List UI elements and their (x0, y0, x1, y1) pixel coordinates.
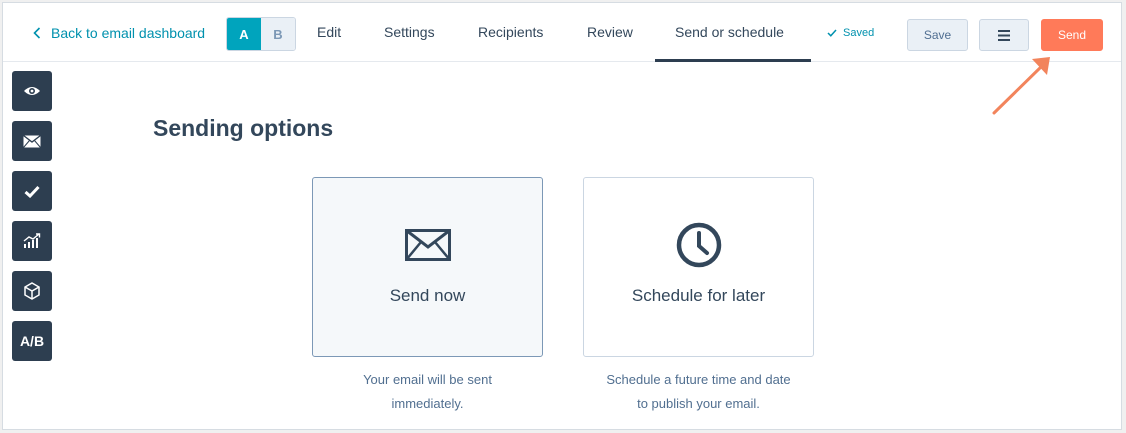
page-title: Sending options (153, 115, 334, 141)
version-b-button[interactable]: B (261, 18, 295, 50)
schedule-description-line1: Schedule a future time and date (606, 372, 791, 387)
sidebar-modules-button[interactable] (12, 271, 52, 311)
ab-version-toggle[interactable]: A B (226, 17, 296, 51)
chevron-left-icon (33, 27, 41, 39)
actions-menu-button[interactable] (979, 19, 1029, 51)
check-icon (827, 29, 837, 37)
active-tab-indicator (655, 59, 811, 62)
send-now-label: Send now (389, 286, 466, 305)
chart-icon (23, 233, 41, 248)
sidebar-checklist-button[interactable] (12, 171, 52, 211)
back-link-label: Back to email dashboard (51, 25, 206, 41)
schedule-for-later-option[interactable]: Schedule for later (583, 177, 814, 357)
sidebar-email-button[interactable] (12, 121, 52, 161)
save-button[interactable]: Save (907, 19, 968, 51)
schedule-description-line2: to publish your email. (637, 396, 760, 411)
back-to-dashboard-link[interactable]: Back to email dashboard (33, 23, 205, 43)
version-a-button[interactable]: A (227, 18, 261, 50)
schedule-for-later-label: Schedule for later (631, 286, 766, 305)
send-button[interactable]: Send (1041, 19, 1103, 51)
schedule-for-later-description: Schedule a future time and date to publi… (583, 368, 814, 416)
tab-settings[interactable]: Settings (384, 24, 435, 40)
clock-icon (676, 222, 722, 268)
tab-recipients[interactable]: Recipients (478, 24, 543, 40)
sidebar-analytics-button[interactable] (12, 221, 52, 261)
send-now-description-line2: immediately. (391, 396, 464, 411)
sidebar-preview-button[interactable] (12, 71, 52, 111)
tab-edit[interactable]: Edit (317, 24, 341, 40)
email-editor-window: Back to email dashboard A B Edit Setting… (2, 2, 1122, 430)
send-now-description-line1: Your email will be sent (363, 372, 492, 387)
hamburger-icon (998, 29, 1010, 41)
cube-icon (24, 282, 40, 300)
checkmark-icon (24, 185, 40, 198)
envelope-icon (23, 134, 41, 148)
annotation-arrow-icon (992, 57, 1050, 115)
saved-status: Saved (827, 27, 874, 39)
envelope-icon (404, 222, 451, 268)
eye-icon (24, 87, 40, 95)
saved-label: Saved (843, 27, 875, 39)
tab-send-or-schedule[interactable]: Send or schedule (675, 24, 784, 40)
tab-review[interactable]: Review (587, 24, 633, 40)
top-navigation-bar: Back to email dashboard A B Edit Setting… (3, 3, 1121, 62)
send-now-option[interactable]: Send now (312, 177, 543, 357)
sidebar-ab-test-button[interactable]: A/B (12, 321, 52, 361)
send-now-description: Your email will be sent immediately. (312, 368, 543, 416)
